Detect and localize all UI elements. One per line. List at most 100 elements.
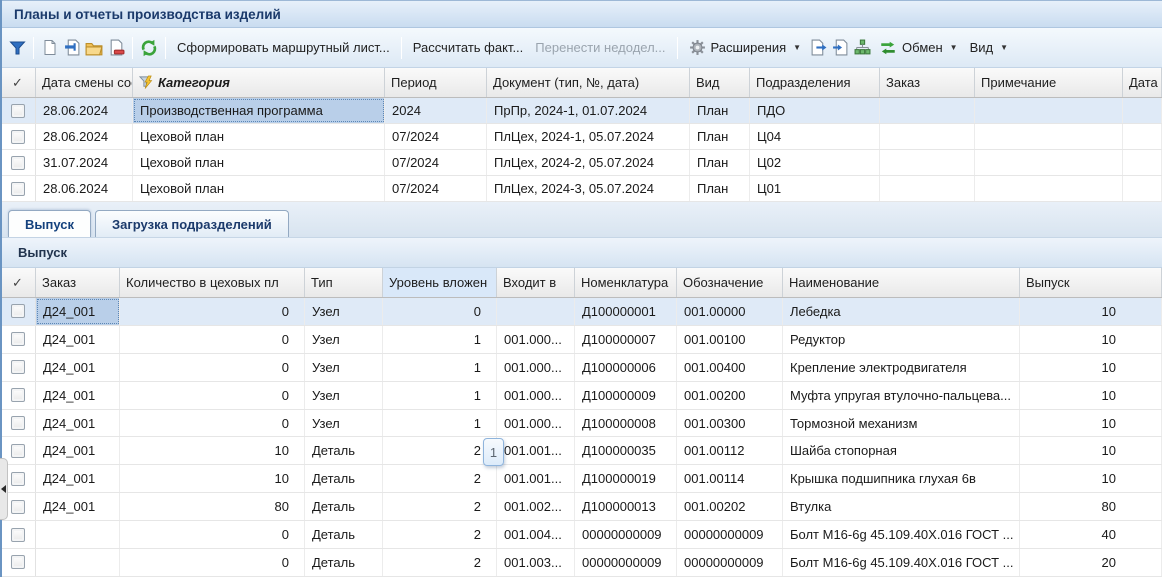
cell[interactable]: 0 xyxy=(120,549,305,576)
cell[interactable]: Д100000006 xyxy=(575,354,677,381)
cell[interactable]: Муфта упругая втулочно-пальцева... xyxy=(783,382,1020,409)
cell[interactable] xyxy=(36,521,120,548)
select-all-header[interactable]: ✓ xyxy=(0,68,36,97)
cell[interactable]: 1 xyxy=(383,326,497,353)
cell[interactable]: 001.00400 xyxy=(677,354,783,381)
cell[interactable]: Болт М16-6g 45.109.40Х.016 ГОСТ ... xyxy=(783,549,1020,576)
col-header-designation[interactable]: Обозначение xyxy=(677,268,783,297)
cell[interactable]: Узел xyxy=(305,382,383,409)
extensions-menu-button[interactable]: Расширения▼ xyxy=(683,36,808,59)
cell[interactable]: Деталь xyxy=(305,549,383,576)
cell[interactable]: 001.00202 xyxy=(677,493,783,520)
cell[interactable]: 07/2024 xyxy=(385,176,487,201)
select-all-header[interactable]: ✓ xyxy=(0,268,36,297)
cell[interactable]: Шайба стопорная xyxy=(783,437,1020,464)
cell[interactable]: Узел xyxy=(305,410,383,437)
cell[interactable]: 2024 xyxy=(385,98,487,123)
cell[interactable]: Ц04 xyxy=(750,124,880,149)
cell[interactable]: ПлЦех, 2024-3, 05.07.2024 xyxy=(487,176,690,201)
cell[interactable]: Д100000008 xyxy=(575,410,677,437)
refresh-button[interactable] xyxy=(138,37,160,59)
col-header-type[interactable]: Тип xyxy=(305,268,383,297)
row-checkbox[interactable] xyxy=(11,388,25,402)
cell[interactable]: 0 xyxy=(120,326,305,353)
cell[interactable]: 07/2024 xyxy=(385,150,487,175)
cell[interactable]: Д100000013 xyxy=(575,493,677,520)
table-row[interactable]: 28.06.2024Цеховой план07/2024ПлЦех, 2024… xyxy=(0,124,1162,150)
cell[interactable]: 10 xyxy=(1020,410,1162,437)
cell[interactable]: 2 xyxy=(383,521,497,548)
cell[interactable]: Втулка xyxy=(783,493,1020,520)
export-document-button[interactable] xyxy=(807,37,829,59)
cell[interactable]: Производственная программа xyxy=(133,98,385,123)
cell[interactable] xyxy=(975,124,1123,149)
delete-document-button[interactable] xyxy=(105,37,127,59)
cell[interactable] xyxy=(880,176,975,201)
view-menu-button[interactable]: Вид▼ xyxy=(964,37,1014,58)
row-checkbox[interactable] xyxy=(11,130,25,144)
cell[interactable]: План xyxy=(690,98,750,123)
cell[interactable]: 0 xyxy=(120,298,305,325)
cell[interactable]: ПлЦех, 2024-2, 05.07.2024 xyxy=(487,150,690,175)
cell[interactable]: 0 xyxy=(120,521,305,548)
col-header-order[interactable]: Заказ xyxy=(36,268,120,297)
cell[interactable]: 001.000... xyxy=(497,410,575,437)
cell[interactable]: Д24_001 xyxy=(36,298,120,325)
cell[interactable] xyxy=(975,98,1123,123)
cell[interactable]: 10 xyxy=(1020,326,1162,353)
cell[interactable]: 001.000... xyxy=(497,382,575,409)
cell[interactable]: 28.06.2024 xyxy=(36,98,133,123)
col-header-part-of[interactable]: Входит в xyxy=(497,268,575,297)
cell[interactable]: ПДО xyxy=(750,98,880,123)
cell[interactable]: 001.004... xyxy=(497,521,575,548)
cell[interactable]: 28.06.2024 xyxy=(36,176,133,201)
cell[interactable]: 10 xyxy=(1020,465,1162,492)
cell[interactable] xyxy=(1123,98,1162,123)
table-row[interactable]: Д24_0010Узел0Д100000001001.00000Лебедка1… xyxy=(0,298,1162,326)
cell[interactable] xyxy=(497,298,575,325)
cell[interactable]: Д24_001 xyxy=(36,493,120,520)
col-header-category[interactable]: Категория xyxy=(133,68,385,97)
cell[interactable]: 10 xyxy=(1020,437,1162,464)
col-header-output[interactable]: Выпуск xyxy=(1020,268,1162,297)
cell[interactable]: Д24_001 xyxy=(36,354,120,381)
col-header-date[interactable]: Дата xyxy=(1123,68,1162,97)
cell[interactable]: 80 xyxy=(120,493,305,520)
cell[interactable]: 20 xyxy=(1020,549,1162,576)
table-row[interactable]: Д24_00110Деталь2001.001...Д100000019001.… xyxy=(0,465,1162,493)
panel-collapse-handle[interactable] xyxy=(0,458,8,520)
table-row[interactable]: Д24_0010Узел1001.000...Д100000009001.002… xyxy=(0,382,1162,410)
cell[interactable]: 2 xyxy=(383,465,497,492)
cell[interactable]: Лебедка xyxy=(783,298,1020,325)
cell[interactable]: Болт М16-6g 45.109.40Х.016 ГОСТ ... xyxy=(783,521,1020,548)
cell[interactable]: Цеховой план xyxy=(133,150,385,175)
edit-document-button[interactable] xyxy=(61,37,83,59)
table-row[interactable]: 0Деталь2001.003...0000000000900000000009… xyxy=(0,549,1162,577)
cell[interactable] xyxy=(1123,176,1162,201)
cell[interactable]: 1 xyxy=(383,382,497,409)
cell[interactable]: Д24_001 xyxy=(36,326,120,353)
cell[interactable]: Ц01 xyxy=(750,176,880,201)
row-checkbox[interactable] xyxy=(11,555,25,569)
cell[interactable] xyxy=(975,150,1123,175)
table-row[interactable]: Д24_0010Узел1001.000...Д100000008001.003… xyxy=(0,410,1162,438)
row-checkbox[interactable] xyxy=(11,416,25,430)
cell[interactable]: 10 xyxy=(120,437,305,464)
cell[interactable]: ПрПр, 2024-1, 01.07.2024 xyxy=(487,98,690,123)
tab-vypusk[interactable]: Выпуск xyxy=(8,210,91,237)
row-checkbox[interactable] xyxy=(11,332,25,346)
cell[interactable]: План xyxy=(690,176,750,201)
cell[interactable] xyxy=(975,176,1123,201)
cell[interactable]: Цеховой план xyxy=(133,176,385,201)
cell[interactable]: Деталь xyxy=(305,465,383,492)
cell[interactable]: 00000000009 xyxy=(677,521,783,548)
cell[interactable]: Д24_001 xyxy=(36,382,120,409)
col-header-kind[interactable]: Вид xyxy=(690,68,750,97)
col-header-nomenclature[interactable]: Номенклатура xyxy=(575,268,677,297)
cell[interactable]: Узел xyxy=(305,326,383,353)
cell[interactable]: 31.07.2024 xyxy=(36,150,133,175)
cell[interactable]: 001.00112 xyxy=(677,437,783,464)
import-document-button[interactable] xyxy=(829,37,851,59)
cell[interactable]: 001.00100 xyxy=(677,326,783,353)
cell[interactable]: Д100000007 xyxy=(575,326,677,353)
